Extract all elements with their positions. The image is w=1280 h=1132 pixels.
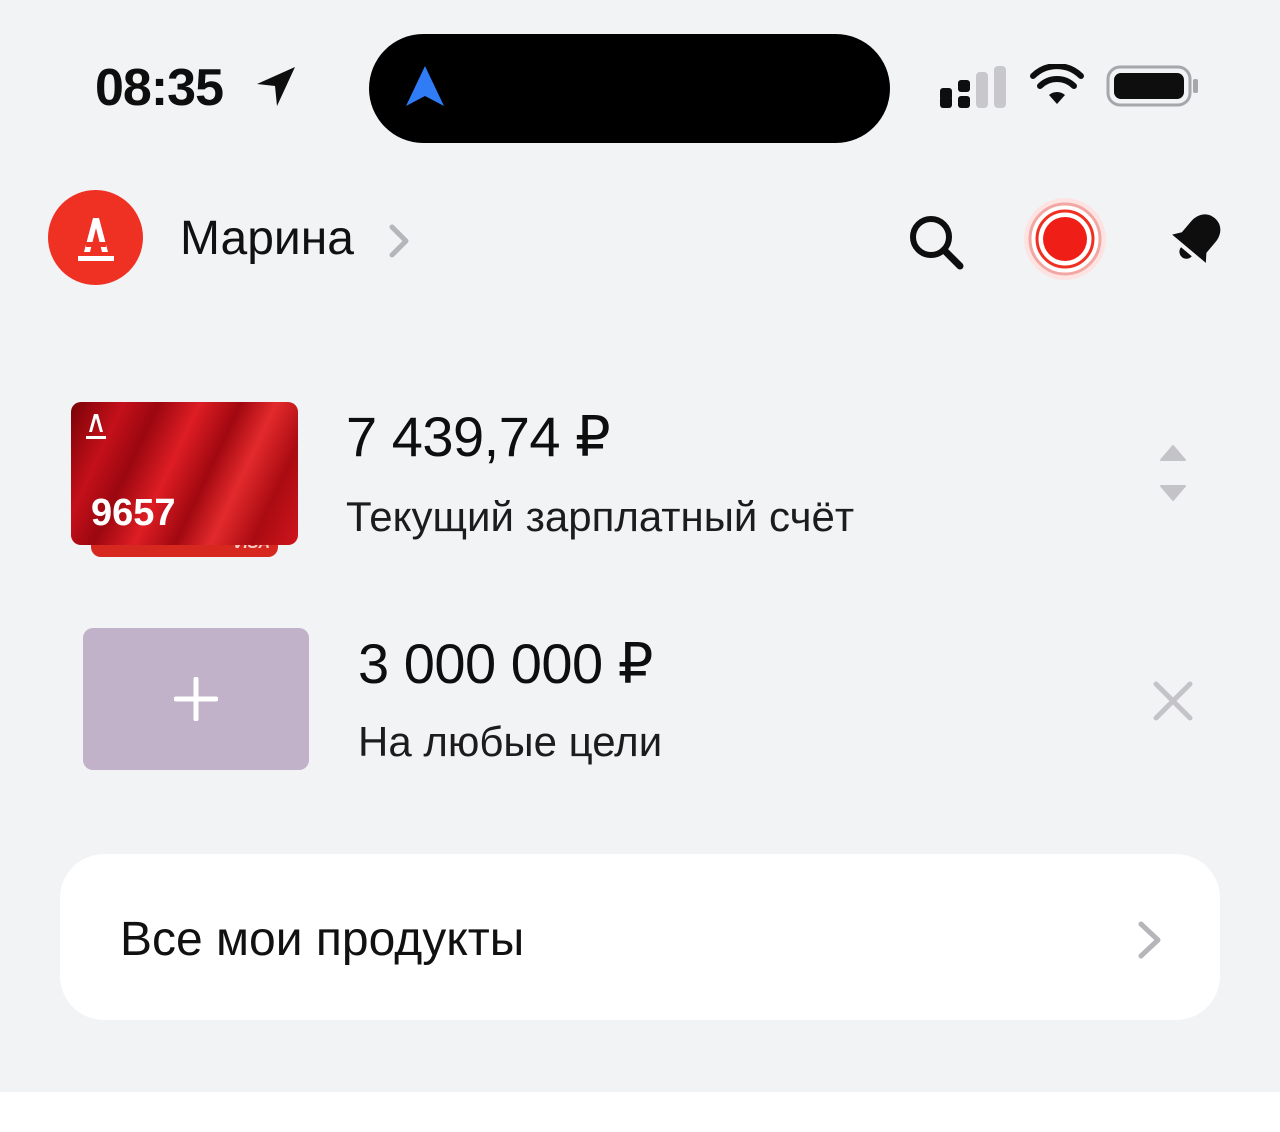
reorder-arrows-icon[interactable] (1158, 442, 1188, 504)
chevron-right-icon (1138, 921, 1161, 959)
user-name[interactable]: Марина (180, 211, 354, 267)
new-goal-tile[interactable] (83, 628, 309, 770)
plus-icon (174, 677, 218, 721)
loan-title[interactable]: На любые цели (358, 717, 662, 767)
record-icon[interactable] (1022, 196, 1108, 282)
loan-amount[interactable]: 3 000 000 ₽ (358, 632, 653, 696)
location-arrow-icon (257, 67, 295, 106)
navigation-arrow-icon (406, 66, 444, 106)
bottom-panel (0, 1092, 1280, 1132)
account-balance[interactable]: 7 439,74 ₽ (346, 405, 611, 469)
close-icon[interactable] (1152, 680, 1194, 722)
battery-icon (1106, 65, 1198, 107)
alfa-logo-icon (78, 218, 114, 261)
alfa-card-logo-icon (86, 414, 106, 439)
card-last-digits: 9657 (91, 492, 176, 534)
wifi-icon (1030, 64, 1084, 104)
search-icon[interactable] (904, 210, 968, 274)
bank-logo-avatar[interactable] (48, 190, 143, 285)
bell-icon[interactable] (1166, 206, 1230, 270)
all-products-button[interactable]: Все мои продукты (60, 854, 1220, 1020)
dynamic-island[interactable] (369, 34, 890, 143)
status-time: 08:35 (95, 59, 224, 117)
account-title[interactable]: Текущий зарплатный счёт (346, 492, 854, 542)
cellular-signal-icon (940, 66, 1006, 108)
debit-card[interactable]: 9657 (71, 402, 298, 545)
all-products-label: Все мои продукты (120, 913, 525, 966)
chevron-right-icon[interactable] (386, 221, 412, 261)
